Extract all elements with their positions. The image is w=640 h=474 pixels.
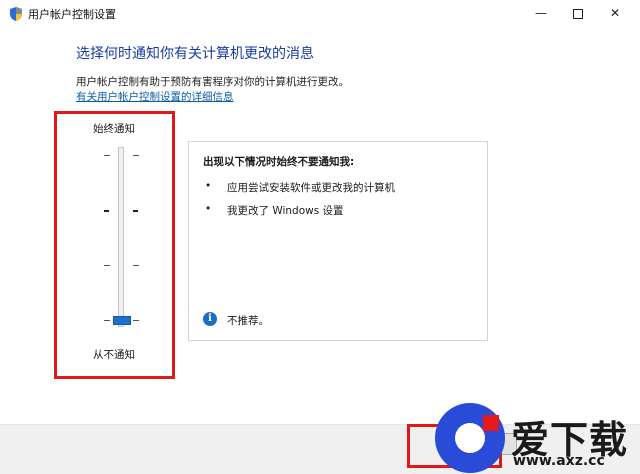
slider-highlight-box [54, 111, 175, 379]
bullet-item: 应用尝试安装软件或更改我的计算机 [227, 182, 395, 194]
title-bar: 用户帐户控制设置 — ✕ [0, 0, 640, 27]
slider-tick [104, 210, 109, 212]
slider-thumb[interactable] [113, 316, 131, 325]
page-title: 选择何时通知你有关计算机更改的消息 [76, 46, 314, 62]
watermark: 爱下载 www.axz.cc [435, 395, 640, 474]
slider-top-label: 始终通知 [93, 123, 135, 135]
slider-tick [133, 155, 139, 156]
bullet-item: 我更改了 Windows 设置 [227, 205, 344, 217]
description-panel: 出现以下情况时始终不要通知我: • 应用尝试安装软件或更改我的计算机 • 我更改… [188, 141, 488, 341]
slider-tick [133, 210, 138, 212]
notification-level-slider[interactable] [118, 147, 124, 327]
close-button[interactable]: ✕ [598, 0, 632, 27]
maximize-button[interactable] [561, 0, 595, 27]
uac-details-link[interactable]: 有关用户帐户控制设置的详细信息 [76, 89, 234, 104]
minimize-button[interactable]: — [524, 0, 558, 27]
watermark-logo-icon [435, 403, 505, 473]
info-icon: i [203, 312, 217, 326]
not-recommended-note: 不推荐。 [227, 315, 269, 327]
slider-tick [133, 320, 139, 321]
description-text: 用户帐户控制有助于预防有害程序对你的计算机进行更改。 [76, 76, 349, 88]
bullet-glyph: • [205, 203, 212, 215]
slider-bottom-label: 从不通知 [93, 349, 135, 361]
slider-tick [104, 320, 110, 321]
slider-tick [104, 155, 110, 156]
watermark-logo-inner [455, 423, 485, 453]
uac-shield-icon [10, 7, 22, 21]
watermark-url: www.axz.cc [513, 453, 605, 469]
panel-heading: 出现以下情况时始终不要通知我: [203, 156, 355, 168]
slider-tick [104, 265, 110, 266]
slider-tick [133, 265, 139, 266]
maximize-icon [573, 8, 583, 19]
watermark-logo-accent [483, 415, 499, 431]
window-title: 用户帐户控制设置 [28, 8, 116, 21]
bullet-glyph: • [205, 180, 212, 192]
